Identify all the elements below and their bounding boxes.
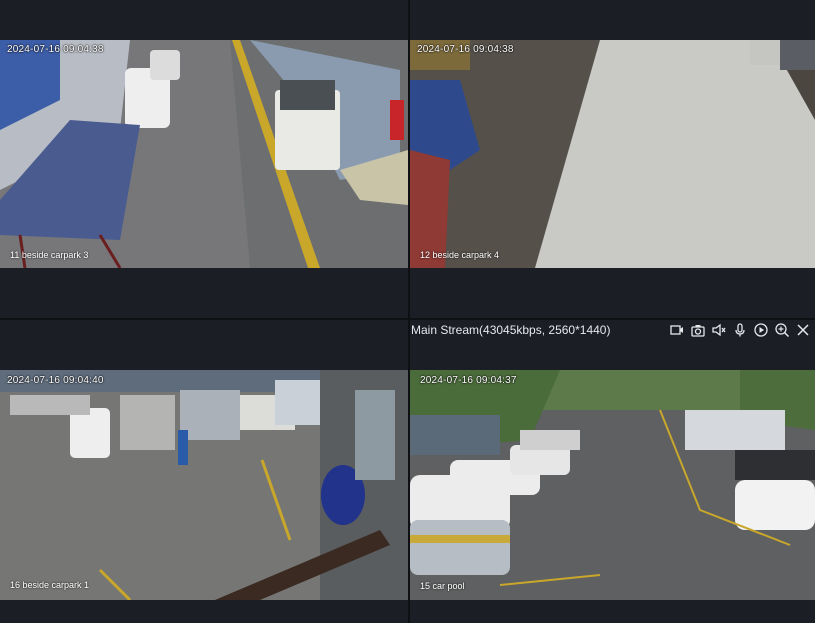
grid-divider-vertical — [408, 0, 410, 623]
camera-feed-15 — [410, 370, 815, 600]
camera-tile-15[interactable]: 2024-07-16 09:04:37 15 car pool — [410, 320, 815, 623]
volume-icon[interactable] — [711, 322, 727, 338]
camera-feed-11 — [0, 40, 408, 268]
zoom-in-icon[interactable] — [774, 322, 790, 338]
camera-tile-16[interactable]: 2024-07-16 09:04:40 16 beside carpark 1 — [0, 320, 408, 623]
timestamp-overlay: 2024-07-16 09:04:37 — [420, 375, 517, 386]
camera-label: 16 beside carpark 1 — [10, 580, 90, 590]
timestamp-overlay: 2024-07-16 09:04:40 — [7, 375, 104, 386]
timestamp-overlay: 2024-07-16 09:04:38 — [7, 44, 104, 55]
camera-feed-12 — [410, 40, 815, 268]
snapshot-icon[interactable] — [690, 322, 706, 338]
camera-tile-12[interactable]: 2024-07-16 09:04:38 12 beside carpark 4 — [410, 0, 815, 318]
camera-feed-16 — [0, 370, 408, 600]
timestamp-overlay: 2024-07-16 09:04:38 — [417, 44, 514, 55]
record-clip-icon[interactable] — [669, 322, 685, 338]
stream-info: Main Stream(43045kbps, 2560*1440) — [411, 323, 611, 337]
camera-label: 12 beside carpark 4 — [420, 250, 500, 260]
playback-icon[interactable] — [753, 322, 769, 338]
microphone-icon[interactable] — [732, 322, 748, 338]
camera-label: 15 car pool — [420, 581, 465, 591]
camera-tile-11[interactable]: 2024-07-16 09:04:38 11 beside carpark 3 — [0, 0, 408, 318]
camera-label: 11 beside carpark 3 — [10, 250, 89, 260]
close-icon[interactable] — [795, 322, 811, 338]
channel-toolbar: Main Stream(43045kbps, 2560*1440) — [410, 320, 815, 340]
